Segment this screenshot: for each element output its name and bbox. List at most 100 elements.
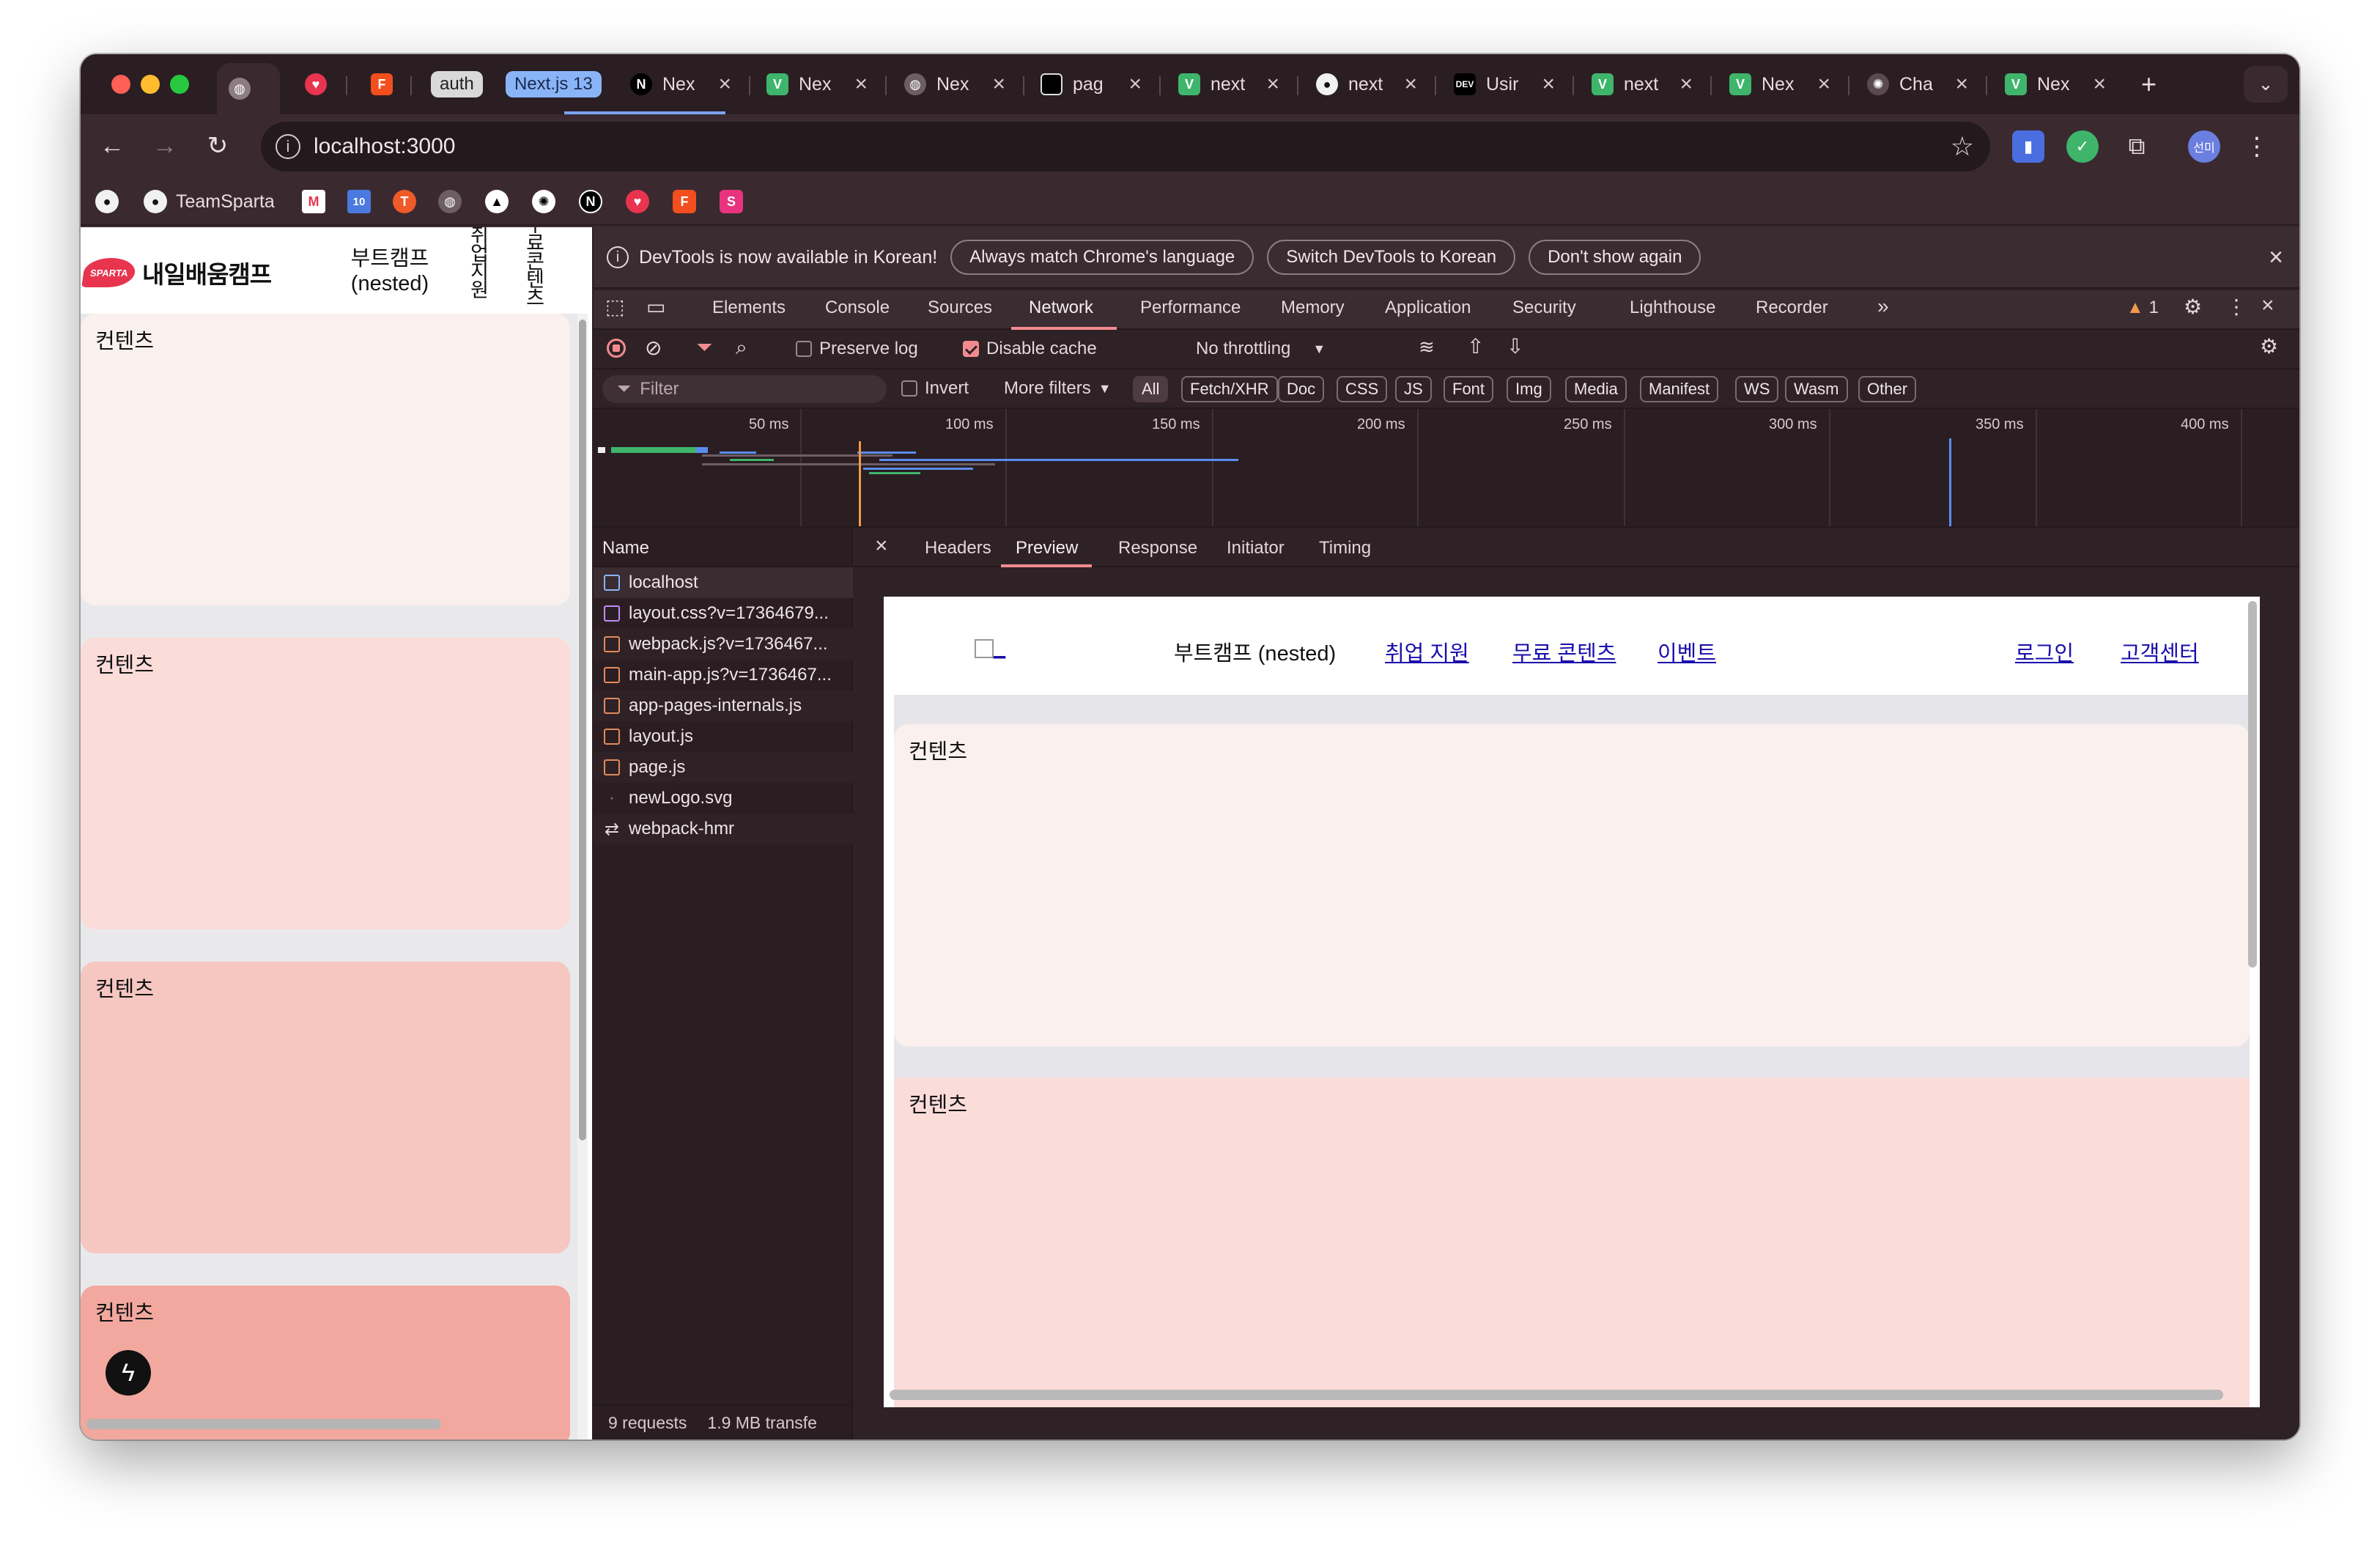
tab-security[interactable]: Security <box>1512 298 1576 318</box>
tab-active-globe[interactable]: ◍ <box>217 63 280 114</box>
filter-type-font[interactable]: Font <box>1444 376 1494 402</box>
bookmark-globe[interactable]: ◍ <box>438 188 462 215</box>
network-conditions-icon[interactable]: ≋ <box>1419 336 1435 358</box>
nav-jobs-vertical[interactable]: 취업지원 <box>467 227 489 298</box>
request-row[interactable]: webpack.js?v=1736467... <box>594 629 853 660</box>
nav-free-content-vertical[interactable]: 무료콘텐츠 <box>522 227 544 306</box>
tab-nextjs[interactable]: N Nex × <box>618 63 743 106</box>
filter-type-ws[interactable]: WS <box>1735 376 1779 402</box>
close-detail-icon[interactable]: × <box>875 534 888 559</box>
throttling-select[interactable]: No throttling ▼ <box>1196 339 1326 359</box>
request-row[interactable]: localhost <box>594 567 853 598</box>
filter-type-other[interactable]: Other <box>1858 376 1917 402</box>
tab-sources[interactable]: Sources <box>928 298 992 318</box>
always-match-language-button[interactable]: Always match Chrome's language <box>950 240 1254 275</box>
extension-icon[interactable]: ▮ <box>2012 130 2044 163</box>
minimize-window-button[interactable] <box>141 75 160 94</box>
close-tab-icon[interactable]: × <box>1266 72 1279 97</box>
horizontal-scrollbar-thumb[interactable] <box>86 1419 441 1429</box>
tab-vercel[interactable]: V Nex × <box>755 63 879 106</box>
tab-performance[interactable]: Performance <box>1140 298 1241 318</box>
close-banner-icon[interactable]: × <box>2269 243 2283 272</box>
filter-input[interactable]: ⏷ Filter <box>602 375 887 403</box>
tab-pinned-figma[interactable]: F <box>359 63 404 106</box>
tab-vercel[interactable]: V next × <box>1167 63 1291 106</box>
tab-network[interactable]: Network <box>1029 298 1093 318</box>
bookmark-site-orange[interactable]: T <box>393 188 416 215</box>
preserve-log-checkbox[interactable]: Preserve log <box>796 339 918 359</box>
preview-support-link[interactable]: 고객센터 <box>2121 636 2199 667</box>
name-column-header[interactable]: Name <box>594 528 853 567</box>
bookmark-gmail[interactable]: M <box>302 188 325 215</box>
tab-elements[interactable]: Elements <box>712 298 786 318</box>
tab-dev[interactable]: DEV Usir × <box>1442 63 1567 106</box>
network-settings-gear-icon[interactable]: ⚙ <box>2260 334 2278 358</box>
filter-type-css[interactable]: CSS <box>1337 376 1388 402</box>
tab-group-auth[interactable]: auth <box>419 63 495 106</box>
request-row[interactable]: app-pages-internals.js <box>594 690 853 721</box>
preview-horizontal-scrollbar[interactable] <box>890 1390 2223 1400</box>
more-tabs-icon[interactable]: » <box>1877 295 1889 318</box>
tab-group-nextjs[interactable]: Next.js 13 <box>494 63 613 106</box>
preview-vertical-scrollbar[interactable] <box>2248 601 2257 968</box>
tab-memory[interactable]: Memory <box>1281 298 1345 318</box>
tab-preview[interactable]: Preview <box>1016 538 1078 559</box>
filter-type-fetch-xhr[interactable]: Fetch/XHR <box>1181 376 1278 402</box>
tab-web[interactable]: ◍ Nex × <box>892 63 1017 106</box>
bookmark-nextjs[interactable]: N <box>579 188 602 215</box>
tab-lighthouse[interactable]: Lighthouse <box>1630 298 1715 318</box>
nav-bootcamp-nested[interactable]: 부트캠프 (nested) <box>346 246 434 296</box>
bookmark-s[interactable]: S <box>720 188 743 215</box>
request-row[interactable]: · newLogo.svg <box>594 783 853 814</box>
shield-icon[interactable]: ✓ <box>2066 130 2099 163</box>
close-tab-icon[interactable]: × <box>1679 72 1693 97</box>
maximize-window-button[interactable] <box>170 75 189 94</box>
bookmark-triangle[interactable]: ▲ <box>485 188 509 215</box>
bookmark-heart[interactable]: ♥ <box>626 188 649 215</box>
tab-page[interactable]: pag × <box>1029 63 1153 106</box>
filter-type-manifest[interactable]: Manifest <box>1640 376 1719 402</box>
export-har-icon[interactable]: ⇩ <box>1507 334 1523 358</box>
request-row[interactable]: layout.js <box>594 721 853 752</box>
filter-type-wasm[interactable]: Wasm <box>1785 376 1848 402</box>
more-filters-dropdown[interactable]: More filters ▼ <box>1004 378 1112 399</box>
filter-funnel-icon[interactable]: ⏷ <box>696 336 712 360</box>
preview-nav-jobs[interactable]: 취업 지원 <box>1385 636 1469 667</box>
close-tab-icon[interactable]: × <box>854 72 868 97</box>
tab-vercel[interactable]: V Nex × <box>1993 63 2118 106</box>
close-tab-icon[interactable]: × <box>1817 72 1830 97</box>
warnings-counter[interactable]: ▲ 1 <box>2126 298 2159 318</box>
tab-response[interactable]: Response <box>1118 538 1197 559</box>
close-tab-icon[interactable]: × <box>1955 72 1968 97</box>
extensions-puzzle-icon[interactable]: ⧉ <box>2121 130 2153 163</box>
filter-type-img[interactable]: Img <box>1507 376 1551 402</box>
tab-vercel[interactable]: V next × <box>1580 63 1704 106</box>
bookmark-calendar[interactable]: 10 <box>347 188 371 215</box>
close-tab-icon[interactable]: × <box>1542 72 1555 97</box>
import-har-icon[interactable]: ⇧ <box>1467 334 1484 358</box>
back-button[interactable]: ← <box>95 129 129 163</box>
address-bar[interactable]: i localhost:3000 ☆ <box>261 122 1990 172</box>
preview-nav-free-content[interactable]: 무료 콘텐츠 <box>1512 636 1616 667</box>
tab-application[interactable]: Application <box>1385 298 1471 318</box>
close-devtools-icon[interactable]: × <box>2261 293 2274 318</box>
close-tab-icon[interactable]: × <box>992 72 1005 97</box>
preview-login-link[interactable]: 로그인 <box>2015 636 2074 667</box>
network-overview-timeline[interactable]: 50 ms 100 ms 150 ms 200 ms 250 ms 300 ms… <box>594 409 2299 528</box>
tab-initiator[interactable]: Initiator <box>1227 538 1285 559</box>
tab-pinned-heart[interactable]: ♥ <box>293 63 339 106</box>
disable-cache-checkbox[interactable]: Disable cache <box>963 339 1097 359</box>
nextjs-dev-indicator-button[interactable]: ϟ <box>106 1350 151 1396</box>
request-row[interactable]: main-app.js?v=1736467... <box>594 660 853 690</box>
tab-timing[interactable]: Timing <box>1319 538 1371 559</box>
profile-avatar[interactable]: 선미 <box>2188 130 2220 163</box>
search-icon[interactable]: ⌕ <box>736 336 747 360</box>
filter-type-js[interactable]: JS <box>1395 376 1432 402</box>
close-tab-icon[interactable]: × <box>718 72 731 97</box>
bookmark-chatgpt[interactable]: ✺ <box>532 188 555 215</box>
reload-button[interactable]: ↻ <box>201 129 234 163</box>
site-info-icon[interactable]: i <box>276 134 300 159</box>
record-button[interactable] <box>607 339 626 358</box>
preview-nav-event[interactable]: 이벤트 <box>1658 636 1716 667</box>
bookmark-figma[interactable]: F <box>673 188 696 215</box>
